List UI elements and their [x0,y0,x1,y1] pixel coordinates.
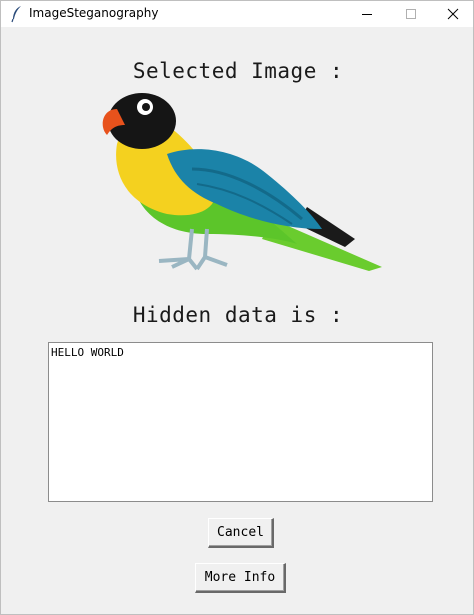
title-bar[interactable]: ImageSteganography [1,1,473,27]
maximize-button[interactable] [389,1,433,27]
cancel-button[interactable]: Cancel [208,518,274,548]
minimize-button[interactable] [345,1,389,27]
minimize-icon [362,14,372,15]
hidden-data-textarea[interactable]: HELLO WORLD [48,342,433,502]
app-window: ImageSteganography Selected Image : Hidd… [0,0,474,615]
hidden-data-text: HELLO WORLD [51,346,124,359]
parrot-image [102,93,382,271]
more-info-button[interactable]: More Info [195,563,286,593]
maximize-icon [406,9,416,19]
selected-image-heading: Selected Image : [132,59,344,83]
window-title: ImageSteganography [29,6,159,20]
close-button[interactable] [431,1,474,27]
hidden-data-heading: Hidden data is : [132,303,344,327]
close-icon [447,8,459,20]
feather-icon [10,5,24,23]
